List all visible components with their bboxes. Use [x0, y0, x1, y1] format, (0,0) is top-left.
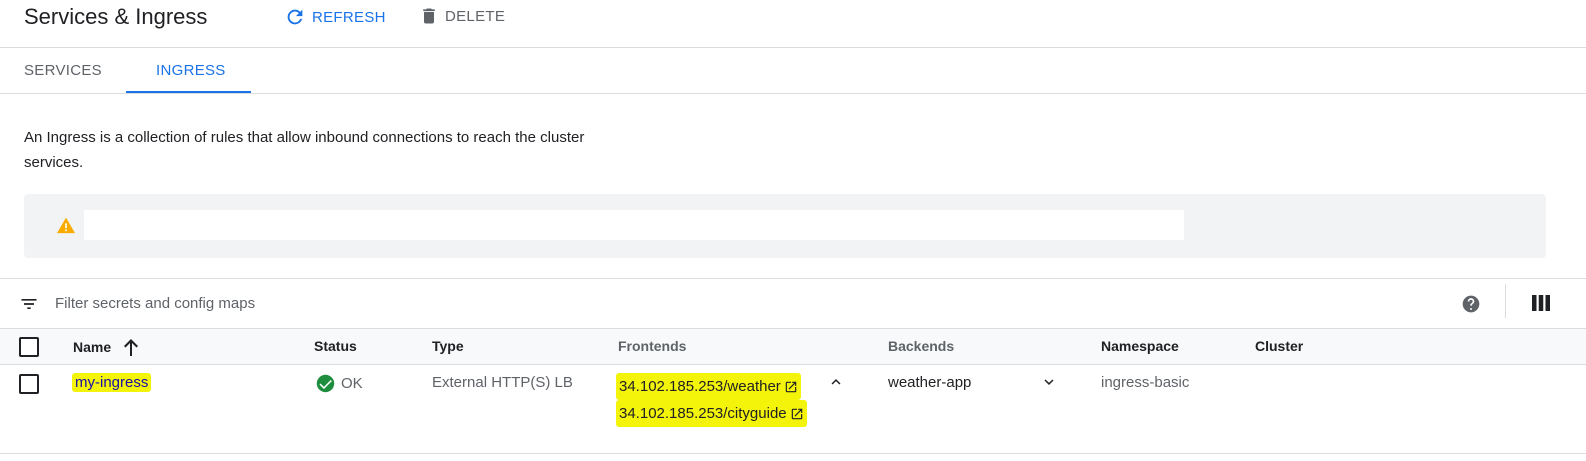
delete-label: DELETE	[445, 7, 506, 25]
backends-cell: weather-app	[888, 374, 972, 391]
type-cell: External HTTP(S) LB	[432, 374, 573, 391]
filter-top-divider	[0, 278, 1586, 279]
refresh-label: REFRESH	[312, 8, 386, 26]
trash-icon	[423, 8, 435, 24]
ok-check-icon	[316, 374, 335, 393]
tab-ingress[interactable]: INGRESS	[156, 62, 226, 79]
frontend-url-cityguide: 34.102.185.253/cityguide	[619, 405, 787, 422]
delete-button[interactable]: DELETE	[419, 6, 505, 26]
select-all-checkbox[interactable]	[19, 337, 39, 357]
column-header-status[interactable]: Status	[314, 338, 357, 354]
filter-input[interactable]	[55, 292, 655, 314]
ingress-name-cell: my-ingress	[72, 373, 152, 392]
status-cell: OK	[316, 374, 363, 393]
help-icon[interactable]	[1461, 294, 1481, 314]
filter-icon[interactable]	[18, 294, 40, 314]
column-name-label: Name	[73, 339, 112, 355]
table-header-top-border	[0, 328, 1586, 329]
table-bottom-border	[0, 453, 1586, 454]
sort-ascending-icon	[124, 339, 139, 356]
frontend-link-weather[interactable]: 34.102.185.253/weather	[616, 373, 801, 400]
header-divider	[0, 47, 1586, 48]
chevron-up-icon[interactable]	[826, 373, 846, 391]
tabs-divider	[0, 93, 1586, 94]
warning-icon	[57, 217, 75, 234]
column-header-name[interactable]: Name	[73, 338, 139, 356]
page-title: Services & Ingress	[24, 4, 208, 29]
table-header	[0, 328, 1586, 364]
column-header-frontends: Frontends	[618, 338, 687, 354]
open-in-new-icon	[785, 381, 797, 392]
row-checkbox[interactable]	[19, 374, 39, 394]
ingress-name-link[interactable]: my-ingress	[72, 373, 152, 392]
refresh-button[interactable]: REFRESH	[284, 6, 386, 28]
column-header-cluster[interactable]: Cluster	[1255, 338, 1303, 354]
column-header-type[interactable]: Type	[432, 338, 464, 354]
frontend-url-weather: 34.102.185.253/weather	[619, 378, 781, 395]
toolbar-separator	[1505, 284, 1506, 318]
column-header-backends: Backends	[888, 338, 955, 354]
column-display-icon[interactable]	[1532, 295, 1550, 311]
namespace-cell: ingress-basic	[1101, 374, 1190, 391]
frontend-link-cityguide[interactable]: 34.102.185.253/cityguide	[616, 400, 807, 427]
status-text: OK	[341, 375, 363, 392]
tab-services[interactable]: SERVICES	[24, 62, 102, 79]
column-header-namespace[interactable]: Namespace	[1101, 338, 1179, 354]
chevron-down-icon[interactable]	[1039, 373, 1059, 391]
frontends-cell: 34.102.185.253/weather 34.102.185.253/ci…	[616, 373, 807, 427]
warning-text-field	[84, 210, 1184, 240]
refresh-icon	[287, 9, 303, 25]
open-in-new-icon	[791, 408, 802, 419]
ingress-description: An Ingress is a collection of rules that…	[24, 129, 585, 171]
